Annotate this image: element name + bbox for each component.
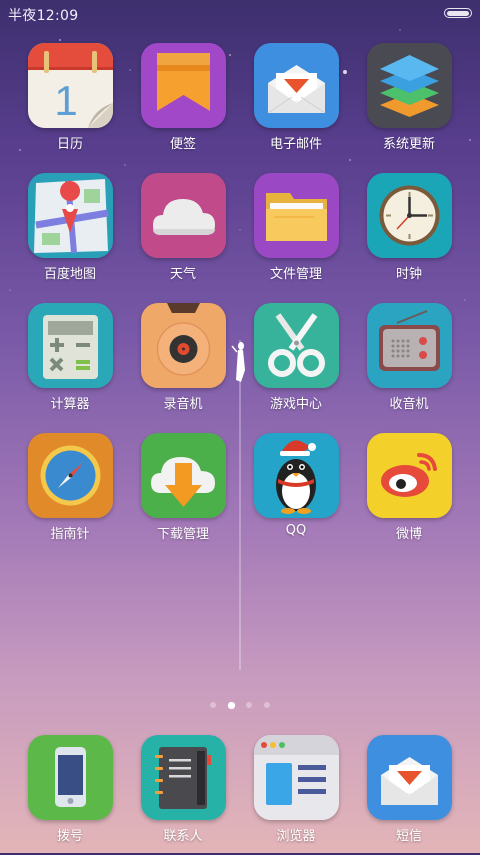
calendar-day: 1 (54, 77, 77, 124)
app-label: 计算器 (50, 397, 90, 412)
sms-icon (367, 735, 452, 820)
status-time: 半夜12:09 (8, 8, 79, 24)
app-compass[interactable]: 指南针 (15, 433, 125, 553)
page-dot[interactable] (246, 702, 252, 708)
app-label: 游戏中心 (269, 397, 322, 412)
app-game-center[interactable]: 游戏中心 (241, 303, 351, 423)
page-dot[interactable] (264, 702, 270, 708)
browser-icon (254, 735, 339, 820)
app-system-update[interactable]: 系统更新 (354, 43, 464, 163)
dock-sms[interactable]: 短信 (354, 735, 464, 855)
download-icon (141, 433, 226, 518)
folder-icon (254, 173, 339, 258)
status-bar: 半夜12:09 (0, 0, 480, 28)
app-label: 下载管理 (156, 527, 209, 542)
app-calculator[interactable]: 计算器 (15, 303, 125, 423)
calendar-icon: 1 (28, 43, 113, 128)
app-label: 日历 (56, 137, 83, 152)
app-label: 微博 (395, 527, 422, 542)
system-update-icon (367, 43, 452, 128)
battery-icon (444, 8, 472, 18)
app-label: 录音机 (163, 397, 203, 412)
app-label: 收音机 (389, 397, 429, 412)
page-dot[interactable] (210, 702, 216, 708)
dock-browser[interactable]: 浏览器 (241, 735, 351, 855)
app-radio[interactable]: 收音机 (354, 303, 464, 423)
app-label: 短信 (395, 829, 422, 844)
app-label: 浏览器 (276, 829, 316, 844)
app-label: 便签 (169, 137, 196, 152)
app-calendar[interactable]: 1 日历 (15, 43, 125, 163)
contacts-icon (141, 735, 226, 820)
app-weibo[interactable]: 微博 (354, 433, 464, 553)
page-dot-active[interactable] (228, 701, 235, 709)
app-label: 天气 (169, 267, 196, 282)
app-label: 电子邮件 (269, 137, 322, 152)
app-email[interactable]: 电子邮件 (241, 43, 351, 163)
weather-icon (141, 173, 226, 258)
page-indicator (0, 701, 480, 712)
app-qq[interactable]: QQ (241, 433, 351, 553)
app-download-manager[interactable]: 下载管理 (128, 433, 238, 553)
recorder-icon (141, 303, 226, 388)
app-weather[interactable]: 天气 (128, 173, 238, 293)
dock-contacts[interactable]: 联系人 (128, 735, 238, 855)
app-file-manager[interactable]: 文件管理 (241, 173, 351, 293)
phone-icon (28, 735, 113, 820)
app-label: 拨号 (56, 829, 83, 844)
app-label: 百度地图 (43, 267, 96, 282)
calculator-icon (28, 303, 113, 388)
email-icon (254, 43, 339, 128)
notes-icon (141, 43, 226, 128)
compass-icon (28, 433, 113, 518)
radio-icon (367, 303, 452, 388)
app-clock[interactable]: 时钟 (354, 173, 464, 293)
app-recorder[interactable]: 录音机 (128, 303, 238, 423)
app-label: 联系人 (163, 829, 203, 844)
clock-icon (367, 173, 452, 258)
app-label: QQ (285, 523, 307, 538)
app-label: 指南针 (50, 527, 90, 542)
app-label: 系统更新 (382, 137, 435, 152)
qq-penguin-icon (254, 433, 339, 518)
app-baidu-map[interactable]: 百度地图 (15, 173, 125, 293)
app-label: 时钟 (395, 267, 422, 282)
weibo-icon (367, 433, 452, 518)
game-center-icon (254, 303, 339, 388)
map-icon (28, 173, 113, 258)
dock-phone[interactable]: 拨号 (15, 735, 125, 855)
app-notes[interactable]: 便签 (128, 43, 238, 163)
app-label: 文件管理 (269, 267, 322, 282)
